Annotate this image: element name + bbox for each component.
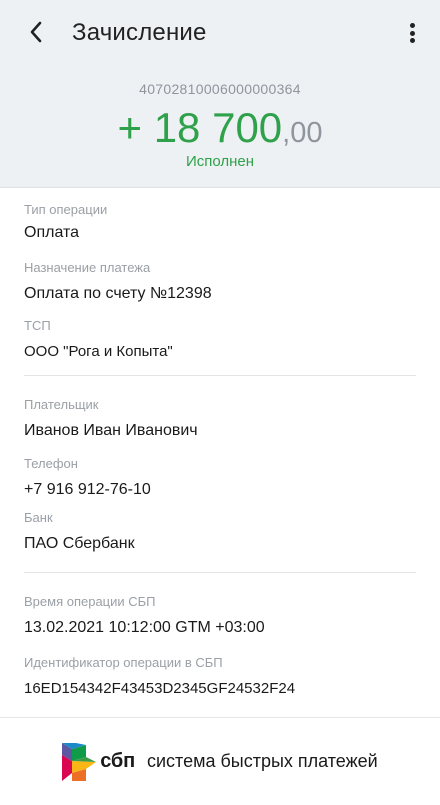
- payer-label: Плательщик: [24, 397, 99, 412]
- page-title: Зачисление: [72, 19, 207, 46]
- operation-type-value: Оплата: [24, 224, 80, 241]
- sbp-id-value: 16ED154342F43453D2345GF24532F24: [24, 680, 296, 697]
- payer-field: Плательщик Иванов Иван Иванович: [24, 397, 198, 441]
- amount-fraction: ,00: [282, 117, 323, 149]
- status-label: Исполнен: [185, 153, 255, 170]
- sbp-logo: сбп: [62, 742, 135, 781]
- sbp-time-field: Время операции СБП 13.02.2021 10:12:00 G…: [24, 594, 265, 638]
- sbp-id-label: Идентификатор операции в СБП: [24, 655, 223, 670]
- sbp-wordmark: сбп: [100, 750, 135, 772]
- payment-summary: 40702810006000000364 + 18 700,00 Исполне…: [0, 64, 440, 188]
- bank-value: ПАО Сбербанк: [24, 535, 135, 552]
- app-bar: Зачисление: [0, 0, 440, 64]
- phone-label: Телефон: [24, 456, 78, 471]
- divider: [24, 572, 416, 573]
- purpose-value: Оплата по счету №12398: [24, 285, 212, 302]
- sbp-tagline: система быстрых платежей: [146, 751, 378, 771]
- more-menu-button[interactable]: [400, 20, 424, 46]
- operation-type-field: Тип операции Оплата: [24, 202, 107, 243]
- tsp-label: ТСП: [24, 318, 51, 333]
- tsp-value: ООО "Рога и Копыта": [24, 343, 173, 360]
- bank-label: Банк: [24, 510, 53, 525]
- amount: + 18 700,00: [0, 104, 440, 157]
- sbp-footer: сбп система быстрых платежей: [0, 718, 440, 805]
- sbp-id-field: Идентификатор операции в СБП 16ED154342F…: [24, 655, 295, 699]
- account-number: 40702810006000000364: [139, 81, 301, 97]
- amount-main: + 18 700: [117, 104, 283, 151]
- operation-type-label: Тип операции: [24, 202, 108, 217]
- sbp-logo-icon: [62, 742, 97, 781]
- phone-field: Телефон +7 916 912-76-10: [24, 456, 151, 500]
- bank-field: Банк ПАО Сбербанк: [24, 510, 135, 554]
- payer-value: Иванов Иван Иванович: [24, 422, 198, 439]
- purpose-field: Назначение платежа Оплата по счету №1239…: [24, 260, 212, 304]
- more-vertical-icon: [409, 23, 415, 28]
- tsp-field: ТСП ООО "Рога и Копыта": [24, 318, 173, 362]
- phone-value: +7 916 912-76-10: [24, 481, 151, 498]
- sbp-time-label: Время операции СБП: [24, 594, 156, 609]
- divider: [24, 375, 416, 376]
- sbp-time-value: 13.02.2021 10:12:00 GTM +03:00: [24, 619, 265, 636]
- chevron-left-icon: [30, 21, 42, 43]
- purpose-label: Назначение платежа: [24, 260, 151, 275]
- back-button[interactable]: [22, 18, 50, 46]
